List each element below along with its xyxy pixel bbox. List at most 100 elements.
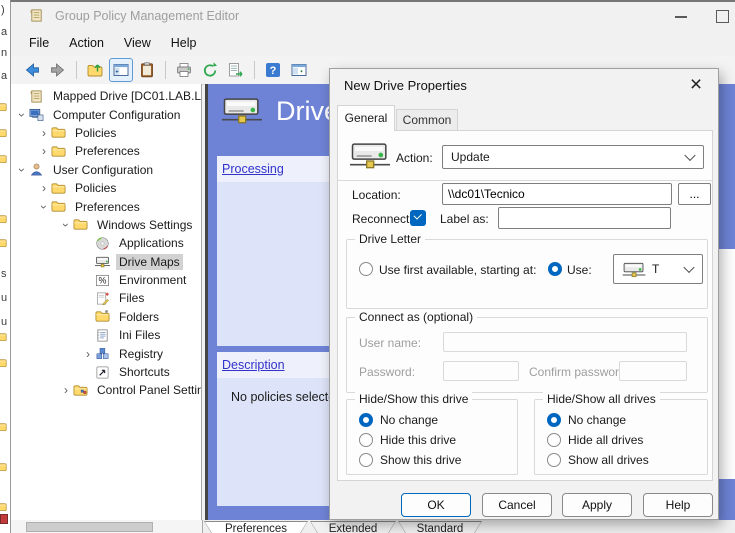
password-input[interactable]	[443, 361, 519, 381]
tree-item-label: Preferences	[72, 143, 143, 159]
location-input[interactable]	[442, 183, 672, 205]
bottom-bar: PreferencesExtendedStandard	[11, 520, 735, 533]
chevron-right-icon[interactable]: ›	[37, 183, 51, 193]
radio-option-no-change[interactable]: No change	[547, 410, 703, 430]
tree-item-mapped-drive-dc01-lab-loca[interactable]: ›Mapped Drive [DC01.LAB.LOCA	[11, 87, 201, 105]
chevron-right-icon[interactable]: ›	[81, 349, 95, 359]
folder-icon	[51, 181, 67, 196]
tree-item-computer-configuration[interactable]: ›Computer Configuration	[11, 105, 201, 123]
confirm-password-input[interactable]	[619, 361, 687, 381]
chevron-right-icon[interactable]: ›	[37, 128, 51, 138]
chevron-right-icon[interactable]: ›	[59, 385, 73, 395]
user-icon	[29, 162, 45, 177]
chevron-right-icon[interactable]: ›	[37, 146, 51, 156]
up-folder-icon[interactable]	[83, 58, 107, 82]
tree-item-user-configuration[interactable]: ›User Configuration	[11, 161, 201, 179]
close-icon[interactable]: ×	[684, 73, 708, 97]
background-folder-icon	[0, 460, 7, 471]
reconnect-label: Reconnect:	[352, 212, 413, 226]
radio-icon[interactable]	[547, 413, 561, 427]
tab-general[interactable]: General	[337, 105, 395, 131]
refresh-icon[interactable]	[198, 58, 222, 82]
user-name-label: User name:	[359, 336, 421, 350]
tree-item-preferences[interactable]: › Preferences	[11, 142, 201, 160]
help-button[interactable]: Help	[643, 493, 713, 517]
menu-view[interactable]: View	[114, 33, 161, 53]
user-name-input[interactable]	[443, 332, 687, 352]
radio-option-hide-all-drives[interactable]: Hide all drives	[547, 430, 703, 450]
radio-icon[interactable]	[547, 453, 561, 467]
tree-item-label: Policies	[72, 180, 119, 196]
browse-button[interactable]: ...	[678, 183, 711, 205]
background-icon-fragment	[0, 514, 8, 524]
export-list-icon[interactable]	[224, 58, 248, 82]
help-icon[interactable]: ?	[261, 58, 285, 82]
radio-option-show-all-drives[interactable]: Show all drives	[547, 450, 703, 470]
paste-icon[interactable]	[135, 58, 159, 82]
drive-letter-select[interactable]: T	[613, 254, 703, 284]
radio-option-show-this-drive[interactable]: Show this drive	[359, 450, 513, 470]
use-radio[interactable]	[548, 262, 562, 276]
bottom-tab-standard[interactable]: Standard	[398, 521, 482, 533]
tree-horizontal-scrollbar[interactable]	[11, 520, 203, 533]
radio-option-hide-this-drive[interactable]: Hide this drive	[359, 430, 513, 450]
new-window-icon[interactable]	[287, 58, 311, 82]
tree-item-ini-files[interactable]: ›Ini Files	[11, 326, 201, 344]
registry-icon	[95, 346, 111, 361]
tree-item-policies[interactable]: › Policies	[11, 179, 201, 197]
action-dropdown[interactable]: Update	[442, 145, 704, 169]
tree-item-windows-settings[interactable]: ›Windows Settings	[11, 216, 201, 234]
console-tree-icon[interactable]	[109, 58, 133, 82]
tree-item-drive-maps[interactable]: ›Drive Maps	[11, 253, 201, 271]
bottom-tab-label: Extended	[311, 522, 395, 533]
tree-item-registry[interactable]: ›Registry	[11, 344, 201, 362]
chevron-down-icon[interactable]: ›	[17, 108, 27, 122]
tree-item-files[interactable]: ›Files	[11, 289, 201, 307]
background-window-strip: )anasuu	[0, 0, 10, 533]
toolbar-separator	[165, 61, 166, 79]
tree-item-applications[interactable]: ›Applications	[11, 234, 201, 252]
tree-item-label: Environment	[116, 272, 189, 288]
radio-icon[interactable]	[359, 453, 373, 467]
label-as-input[interactable]	[498, 207, 671, 229]
chevron-down-icon[interactable]: ›	[39, 200, 49, 214]
bottom-tab-extended[interactable]: Extended	[310, 521, 396, 533]
scrollbar-thumb[interactable]	[26, 522, 153, 532]
menu-file[interactable]: File	[19, 33, 59, 53]
minimize-button[interactable]	[675, 16, 687, 18]
confirm-password-label: Confirm password:	[529, 365, 629, 379]
reconnect-checkbox[interactable]	[410, 210, 426, 226]
tree-item-policies[interactable]: ›Policies	[11, 124, 201, 142]
chevron-down-icon[interactable]: ›	[61, 218, 71, 232]
radio-icon[interactable]	[547, 433, 561, 447]
tab-common[interactable]: Common	[396, 109, 458, 131]
forward-arrow-icon[interactable]	[46, 58, 70, 82]
tree-item-shortcuts[interactable]: ›Shortcuts	[11, 363, 201, 381]
back-arrow-icon[interactable]	[20, 58, 44, 82]
processing-link[interactable]: Processing	[222, 162, 284, 176]
ok-button[interactable]: OK	[401, 493, 471, 517]
tree-item-folders[interactable]: ›Folders	[11, 308, 201, 326]
background-folder-icon	[0, 152, 7, 163]
menu-action[interactable]: Action	[59, 33, 114, 53]
radio-option-no-change[interactable]: No change	[359, 410, 513, 430]
radio-icon[interactable]	[359, 433, 373, 447]
menu-help[interactable]: Help	[161, 33, 207, 53]
ini-icon	[95, 328, 111, 343]
radio-icon[interactable]	[359, 413, 373, 427]
tree-item-control-panel-setting[interactable]: ›Control Panel Setting	[11, 381, 201, 399]
chevron-down-icon[interactable]: ›	[17, 163, 27, 177]
chevron-down-icon	[683, 262, 694, 273]
bottom-tab-preferences[interactable]: Preferences	[204, 521, 308, 533]
cancel-button[interactable]: Cancel	[482, 493, 552, 517]
print-icon[interactable]	[172, 58, 196, 82]
apply-button[interactable]: Apply	[562, 493, 632, 517]
hide-show-all-drives-group: Hide/Show all drives No changeHide all d…	[534, 399, 708, 475]
tree-item-preferences[interactable]: ›Preferences	[11, 197, 201, 215]
maximize-button[interactable]	[716, 10, 729, 23]
folder-icon	[51, 125, 67, 140]
use-first-available-radio[interactable]	[359, 262, 373, 276]
tree-item-environment[interactable]: ›%Environment	[11, 271, 201, 289]
description-link[interactable]: Description	[222, 358, 285, 372]
hide-show-all-drives-title: Hide/Show all drives	[543, 392, 660, 406]
